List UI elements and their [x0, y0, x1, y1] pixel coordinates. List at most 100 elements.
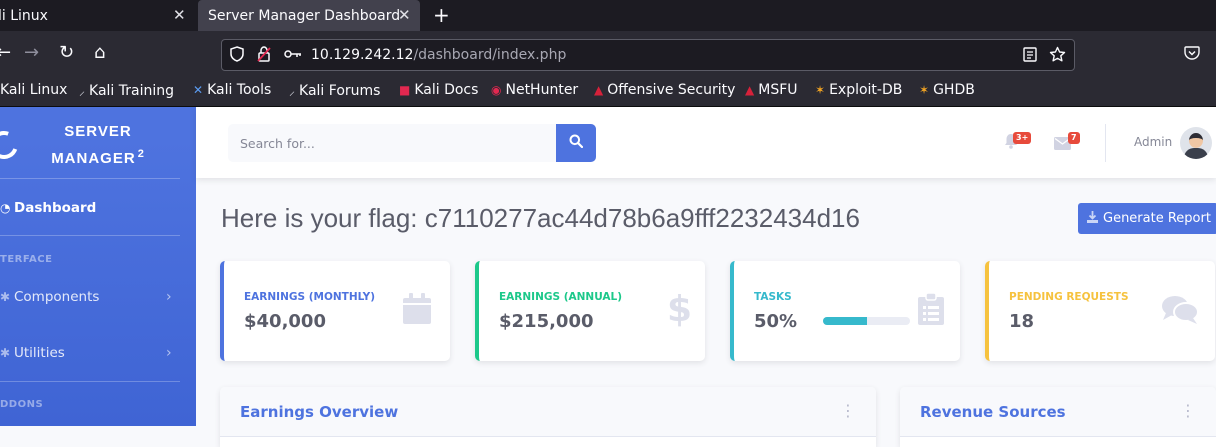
panel-header: Earnings Overview ⋮: [220, 387, 876, 437]
calendar-icon: [402, 293, 432, 333]
bookmark-star-icon[interactable]: [1049, 46, 1066, 67]
brand-line1: Server: [64, 123, 132, 140]
url-bar[interactable]: 10.129.242.12/dashboard/index.php: [221, 39, 1075, 71]
search-icon: [569, 134, 584, 152]
tab-title: li Linux: [0, 7, 48, 24]
bookmarks-bar: Kali Linux ⸝ Kali Training ✕ Kali Tools …: [0, 77, 1216, 107]
bookmark-label: Kali Tools: [207, 82, 272, 98]
wrench-icon: ✱: [0, 346, 11, 360]
reload-button[interactable]: ↻: [59, 43, 74, 63]
kali-dragon-icon: ⸝: [289, 84, 296, 98]
exploitdb-icon: ✶: [919, 83, 930, 97]
bookmark-kali-docs[interactable]: ■ Kali Docs: [399, 82, 478, 98]
shield-icon[interactable]: [230, 46, 244, 66]
brand-superscript: 2: [137, 148, 145, 160]
topbar: 3+ 7 Admin: [196, 107, 1216, 178]
panel-title: Revenue Sources: [920, 403, 1066, 421]
page-title: Here is your flag: c7110277ac44d78b6a9ff…: [221, 203, 860, 233]
bookmark-kali-linux[interactable]: Kali Linux: [0, 82, 67, 98]
vertical-ellipsis-icon[interactable]: ⋮: [1180, 401, 1196, 420]
reader-view-icon[interactable]: [1023, 47, 1037, 66]
card-label: Tasks: [754, 291, 792, 303]
nethunter-icon: ◉: [491, 83, 502, 97]
bookmark-ghdb[interactable]: ✶ GHDB: [919, 82, 975, 98]
bookmark-label: MSFU: [758, 82, 798, 98]
key-icon[interactable]: [284, 46, 302, 64]
panel-header: Revenue Sources ⋮: [900, 387, 1216, 437]
tab-kali-linux[interactable]: li Linux ✕: [0, 0, 196, 31]
brand-line2: Manager: [51, 150, 136, 167]
bookmark-label: GHDB: [933, 82, 975, 98]
home-button[interactable]: ⌂: [94, 43, 105, 63]
sidebar-item-dashboard[interactable]: ◔ Dashboard: [0, 199, 196, 217]
bookmark-nethunter[interactable]: ◉ NetHunter: [491, 82, 578, 98]
browser-nav-bar: ← → ↻ ⌂ 10.129.242.12/dashboard/index.ph…: [0, 31, 1216, 77]
new-tab-button[interactable]: +: [433, 3, 450, 27]
url-text[interactable]: 10.129.242.12/dashboard/index.php: [311, 47, 566, 63]
sidebar-divider: [0, 178, 180, 179]
avatar[interactable]: [1180, 127, 1212, 159]
search-button[interactable]: [556, 124, 596, 162]
chevron-right-icon: ›: [166, 345, 172, 361]
panel-earnings-overview: Earnings Overview ⋮: [220, 387, 876, 447]
url-host: 10.129.242.12: [311, 47, 414, 63]
bookmark-offensive-security[interactable]: ▲ Offensive Security: [594, 82, 735, 98]
offsec-icon: ▲: [594, 83, 604, 97]
sidebar-divider: [0, 381, 180, 382]
cog-icon: ✱: [0, 290, 11, 304]
user-name[interactable]: Admin: [1134, 135, 1172, 149]
clipboard-list-icon: [918, 292, 944, 333]
vertical-ellipsis-icon[interactable]: ⋮: [840, 401, 856, 420]
bookmark-kali-tools[interactable]: ✕ Kali Tools: [193, 82, 271, 98]
close-tab-icon[interactable]: ✕: [173, 6, 186, 24]
tachometer-icon: ◔: [0, 201, 11, 215]
bookmark-label: Exploit-DB: [829, 82, 903, 98]
generate-report-button[interactable]: Generate Report: [1078, 203, 1216, 234]
generate-report-label: Generate Report: [1103, 211, 1211, 226]
avatar-head: [1189, 133, 1203, 148]
tab-server-manager-dashboard[interactable]: Server Manager Dashboard ✕: [198, 0, 420, 31]
bookmark-label: Offensive Security: [607, 82, 736, 98]
comments-icon: [1161, 295, 1199, 333]
brand-title[interactable]: Server Manager 2: [28, 120, 168, 170]
tasks-progress-bar: [823, 317, 910, 325]
card-pending-requests: Pending Requests 18: [985, 261, 1215, 361]
dollar-icon: $: [667, 289, 693, 330]
tab-title: Server Manager Dashboard: [208, 7, 401, 24]
sidebar-item-label: Utilities: [14, 345, 65, 361]
card-tasks: Tasks 50%: [730, 261, 960, 361]
card-value: 50%: [754, 311, 798, 332]
topbar-divider: [1105, 124, 1106, 162]
bookmark-label: Kali Docs: [414, 82, 479, 98]
sidebar: Server Manager 2 ◔ Dashboard terface ✱ Co…: [0, 107, 196, 426]
back-button[interactable]: ←: [0, 43, 11, 63]
browser-tab-bar: li Linux ✕ Server Manager Dashboard ✕ +: [0, 0, 1216, 31]
forward-button[interactable]: →: [24, 43, 39, 63]
sidebar-item-label: Components: [14, 289, 100, 305]
bookmark-label: Kali Training: [89, 82, 174, 99]
bookmark-kali-forums[interactable]: ⸝ Kali Forums: [289, 82, 380, 99]
panel-title: Earnings Overview: [240, 403, 399, 421]
bookmark-label: Kali Linux: [0, 82, 68, 98]
sidebar-divider: [0, 235, 180, 236]
messages-badge: 7: [1068, 132, 1080, 144]
card-label: Earnings (Monthly): [244, 291, 376, 303]
bookmark-kali-training[interactable]: ⸝ Kali Training: [79, 82, 174, 99]
avatar-body: [1184, 148, 1208, 159]
insecure-lock-icon[interactable]: [257, 46, 271, 66]
card-earnings-annual: Earnings (Annual) $215,000 $: [475, 261, 705, 361]
exploitdb-icon: ✶: [815, 83, 826, 97]
close-tab-icon[interactable]: ✕: [398, 6, 411, 24]
search-input[interactable]: [228, 124, 588, 162]
sidebar-item-components[interactable]: ✱ Components ›: [0, 288, 196, 306]
bookmark-label: Kali Forums: [299, 82, 381, 99]
tasks-progress-fill: [823, 317, 867, 325]
sidebar-item-utilities[interactable]: ✱ Utilities ›: [0, 344, 196, 362]
sidebar-heading-interface: terface: [0, 254, 53, 265]
bookmark-msfu[interactable]: ▲ MSFU: [745, 82, 798, 98]
pocket-icon[interactable]: [1184, 45, 1200, 65]
sidebar-item-label: Dashboard: [14, 200, 97, 216]
kali-docs-icon: ■: [399, 83, 411, 97]
bookmark-exploit-db[interactable]: ✶ Exploit-DB: [815, 82, 902, 98]
offsec-icon: ▲: [745, 83, 755, 97]
